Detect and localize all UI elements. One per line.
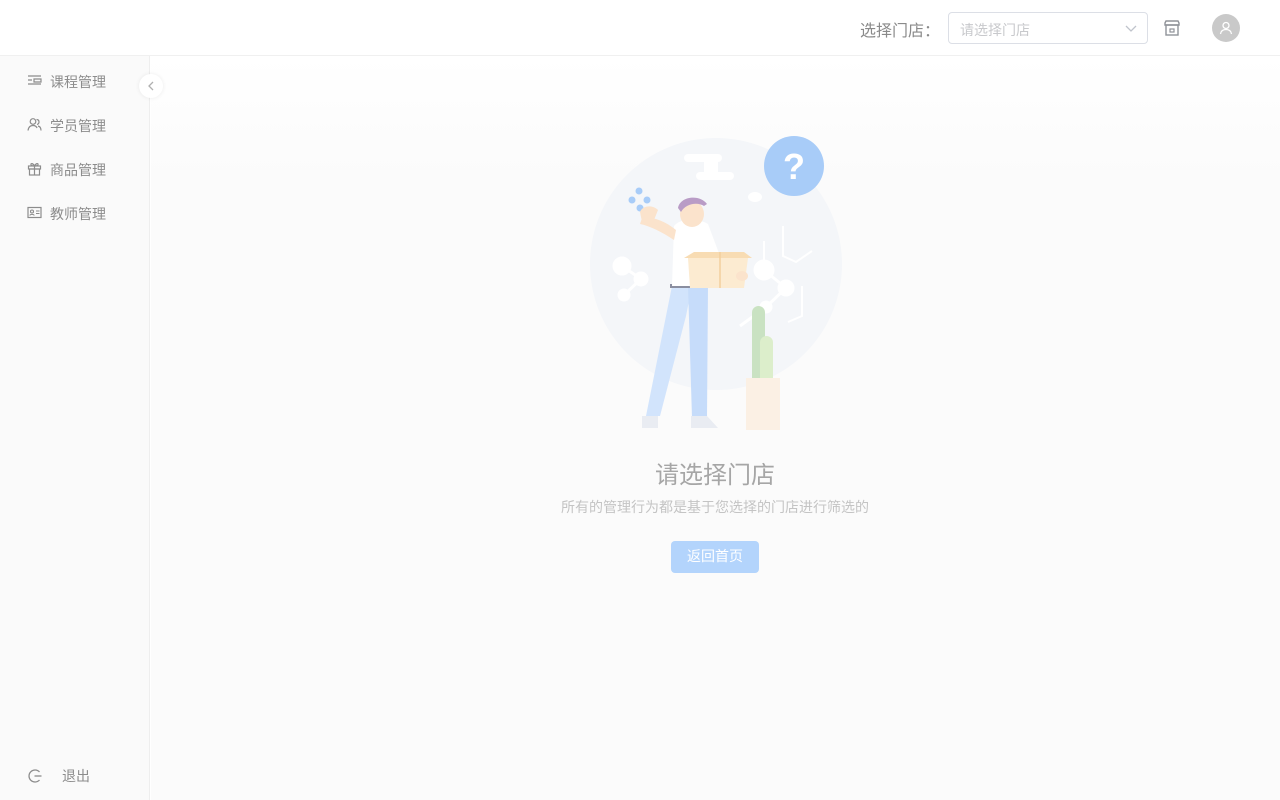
sidebar-item-label: 学员管理 xyxy=(50,119,106,135)
user-avatar[interactable] xyxy=(1212,14,1240,42)
store-select[interactable]: 请选择门店 xyxy=(948,12,1148,44)
chevron-down-icon xyxy=(1125,25,1137,32)
sidebar-item-course[interactable]: 课程管理 xyxy=(0,58,150,102)
chevron-left-icon xyxy=(148,81,154,91)
sidebar: 课程管理 学员管理 商品管理 教师管理 退出 xyxy=(0,56,150,800)
sidebar-collapse-button[interactable] xyxy=(139,74,163,98)
store-select-placeholder: 请选择门店 xyxy=(960,23,1030,39)
store-select-label: 选择门店： xyxy=(860,21,941,40)
logout-label: 退出 xyxy=(62,769,90,785)
id-card-icon xyxy=(27,206,42,219)
user-avatar-icon xyxy=(1219,21,1233,35)
back-to-home-button[interactable]: 返回首页 xyxy=(671,541,759,573)
sidebar-item-goods[interactable]: 商品管理 xyxy=(0,146,150,190)
main-content xyxy=(151,56,1280,800)
course-list-icon xyxy=(28,75,42,85)
students-icon xyxy=(27,118,42,131)
gift-icon xyxy=(27,162,42,176)
sidebar-item-label: 教师管理 xyxy=(50,207,106,223)
logout-button[interactable]: 退出 xyxy=(0,754,150,798)
sidebar-item-label: 课程管理 xyxy=(50,75,106,91)
sidebar-item-label: 商品管理 xyxy=(50,163,106,179)
sidebar-item-teachers[interactable]: 教师管理 xyxy=(0,190,150,234)
logout-icon xyxy=(28,769,42,783)
shop-icon[interactable] xyxy=(1163,19,1181,37)
sidebar-item-students[interactable]: 学员管理 xyxy=(0,102,150,146)
top-header: 选择门店： 请选择门店 xyxy=(0,0,1280,56)
